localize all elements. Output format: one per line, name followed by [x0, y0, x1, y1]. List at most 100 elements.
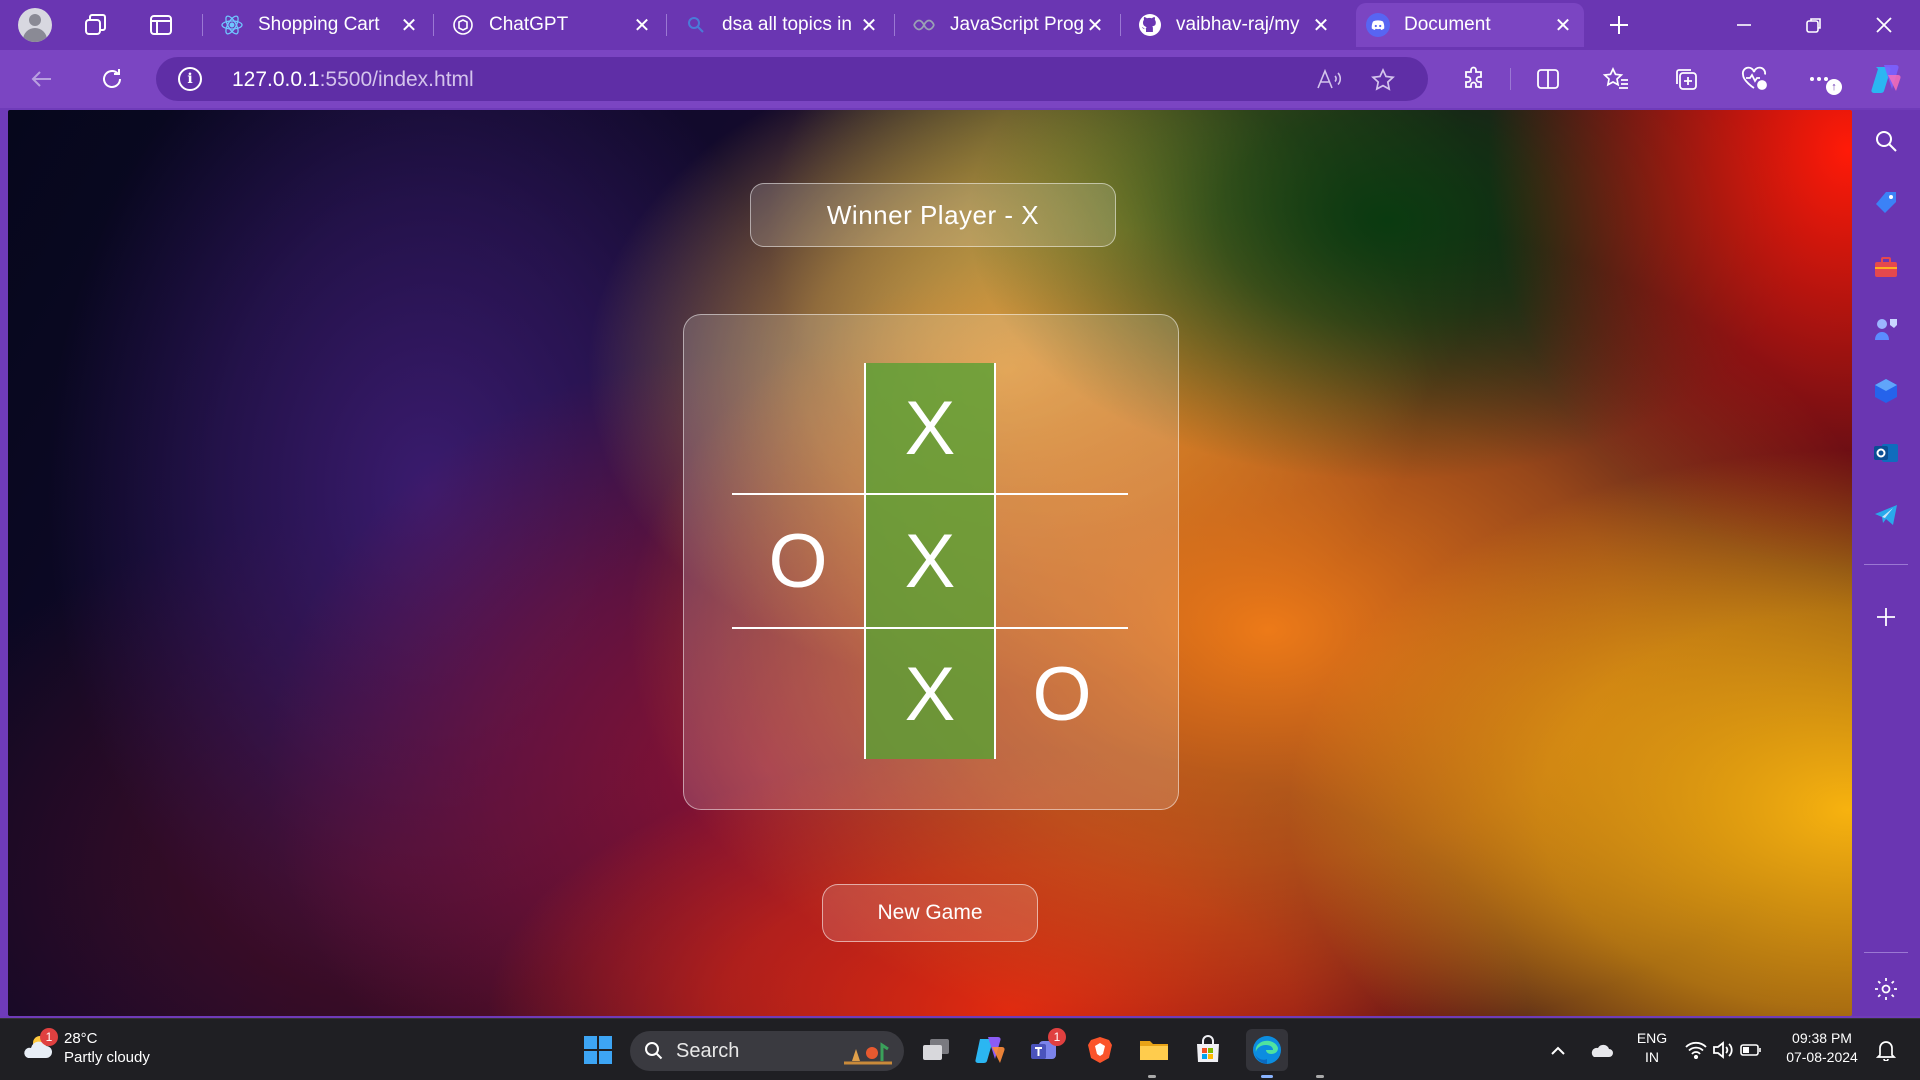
board-cell[interactable]: X [864, 495, 996, 627]
tab-separator [433, 14, 434, 36]
refresh-icon[interactable] [94, 61, 130, 97]
tab-chatgpt[interactable]: ChatGPT ✕ [441, 3, 663, 47]
split-screen-icon[interactable] [1530, 61, 1566, 97]
chatgpt-icon [451, 13, 475, 37]
tools-icon[interactable] [1869, 250, 1903, 284]
search-highlight-icon [844, 1042, 892, 1065]
tab-document[interactable]: Document ✕ [1356, 3, 1584, 47]
new-game-button[interactable]: New Game [822, 884, 1038, 942]
close-tab-icon[interactable]: ✕ [1084, 13, 1106, 38]
partly-cloudy-icon: 1 [20, 1028, 58, 1066]
tab-title: Shopping Cart [258, 14, 380, 35]
board-cell[interactable]: O [732, 495, 864, 627]
tab-shopping-cart[interactable]: Shopping Cart ✕ [210, 3, 430, 47]
favorite-star-icon[interactable] [1370, 67, 1396, 93]
tab-github-repo[interactable]: vaibhav-raj/my ✕ [1128, 3, 1342, 47]
collections-icon[interactable] [1668, 61, 1704, 97]
sidebar-settings-icon[interactable] [1869, 972, 1903, 1006]
board-cell[interactable]: X [864, 627, 996, 759]
copilot-icon[interactable] [1868, 61, 1904, 97]
game-board: X O X X O [732, 363, 1128, 759]
task-view-icon[interactable] [918, 1032, 954, 1068]
url-text[interactable]: 127.0.0.1:5500/index.html [232, 68, 474, 92]
search-label: Search [676, 1040, 740, 1062]
windows-taskbar: 1 28°C Partly cloudy Search 1 ENG IN 09:… [0, 1018, 1920, 1080]
url-host: 127.0.0.1 [232, 68, 320, 91]
edge-browser-icon[interactable] [1246, 1029, 1288, 1071]
board-cell[interactable]: X [864, 363, 996, 495]
board-cell[interactable] [732, 627, 864, 759]
restore-icon[interactable] [1794, 8, 1834, 42]
clock-time: 09:38 PM [1792, 1030, 1852, 1046]
tab-title: JavaScript Progr [950, 14, 1084, 35]
update-badge-icon: ↑ [1826, 79, 1842, 95]
brave-browser-icon[interactable] [1082, 1032, 1118, 1068]
close-tab-icon[interactable]: ✕ [1310, 13, 1332, 38]
profile-avatar[interactable] [18, 8, 52, 42]
toolbar-separator [1510, 68, 1511, 90]
volume-icon[interactable] [1710, 1032, 1736, 1068]
show-hidden-icons-icon[interactable] [1546, 1032, 1570, 1068]
new-tab-icon[interactable] [1602, 8, 1636, 42]
back-arrow-icon[interactable] [24, 61, 60, 97]
clock[interactable]: 09:38 PM 07-08-2024 [1776, 1029, 1868, 1067]
battery-icon[interactable] [1738, 1032, 1764, 1068]
close-tab-icon[interactable]: ✕ [858, 13, 880, 38]
tab-strip: Shopping Cart ✕ ChatGPT ✕ dsa all topics… [0, 0, 1920, 50]
notifications-bell-icon[interactable] [1872, 1032, 1900, 1068]
running-app-indicator [1148, 1075, 1156, 1078]
clock-date: 07-08-2024 [1786, 1049, 1858, 1065]
close-tab-icon[interactable]: ✕ [398, 13, 420, 38]
search-icon[interactable] [1869, 124, 1903, 158]
site-info-icon[interactable]: i [178, 67, 202, 91]
taskbar-search[interactable]: Search [630, 1031, 904, 1071]
wifi-icon[interactable] [1684, 1032, 1708, 1068]
windows-start-icon[interactable] [580, 1032, 616, 1068]
tab-actions-icon[interactable] [144, 8, 178, 42]
tab-separator [666, 14, 667, 36]
teams-icon[interactable]: 1 [1026, 1028, 1066, 1068]
outlook-icon[interactable] [1869, 436, 1903, 470]
copilot-taskbar-icon[interactable] [972, 1032, 1008, 1068]
close-window-icon[interactable] [1864, 8, 1904, 42]
url-path: :5500/index.html [319, 68, 474, 91]
running-app-indicator [1316, 1075, 1324, 1078]
close-tab-icon[interactable]: ✕ [631, 13, 653, 38]
tab-javascript-programs[interactable]: JavaScript Progr ✕ [902, 3, 1116, 47]
add-sidebar-app-icon[interactable] [1869, 600, 1903, 634]
active-app-indicator [1261, 1075, 1273, 1078]
microsoft-store-icon[interactable] [1190, 1032, 1226, 1068]
games-icon[interactable] [1869, 312, 1903, 346]
close-tab-icon[interactable]: ✕ [1552, 13, 1574, 38]
tab-title: dsa all topics in [722, 14, 852, 35]
file-explorer-icon[interactable] [1136, 1032, 1172, 1068]
shopping-tag-icon[interactable] [1869, 186, 1903, 220]
extensions-icon[interactable] [1456, 61, 1492, 97]
board-cell[interactable] [996, 363, 1128, 495]
weather-temperature: 28°C [64, 1030, 98, 1047]
board-cell[interactable]: O [996, 627, 1128, 759]
teams-notification-badge: 1 [1048, 1028, 1066, 1046]
board-cell[interactable] [732, 363, 864, 495]
workspaces-icon[interactable] [78, 8, 112, 42]
more-options-icon[interactable]: ↑ [1804, 61, 1842, 97]
address-bar[interactable]: i 127.0.0.1:5500/index.html [156, 57, 1428, 101]
winner-status: Winner Player - X [750, 183, 1116, 247]
onedrive-icon[interactable] [1584, 1032, 1618, 1068]
sidebar-divider [1864, 952, 1908, 953]
tab-title: ChatGPT [489, 14, 569, 35]
language-indicator[interactable]: ENG IN [1630, 1029, 1674, 1067]
microsoft-365-icon[interactable] [1869, 374, 1903, 408]
board-cell[interactable] [996, 495, 1128, 627]
read-aloud-icon[interactable] [1316, 67, 1342, 93]
minimize-icon[interactable] [1724, 8, 1764, 42]
telegram-icon[interactable] [1869, 498, 1903, 532]
sidebar-divider [1864, 564, 1908, 565]
browser-essentials-icon[interactable] [1736, 61, 1772, 97]
favorites-icon[interactable] [1598, 61, 1634, 97]
discord-icon [1366, 13, 1390, 37]
search-icon [684, 13, 708, 37]
tab-dsa-topics[interactable]: dsa all topics in ✕ [674, 3, 890, 47]
tab-separator [1120, 14, 1121, 36]
weather-widget[interactable]: 1 28°C Partly cloudy [20, 1028, 150, 1067]
